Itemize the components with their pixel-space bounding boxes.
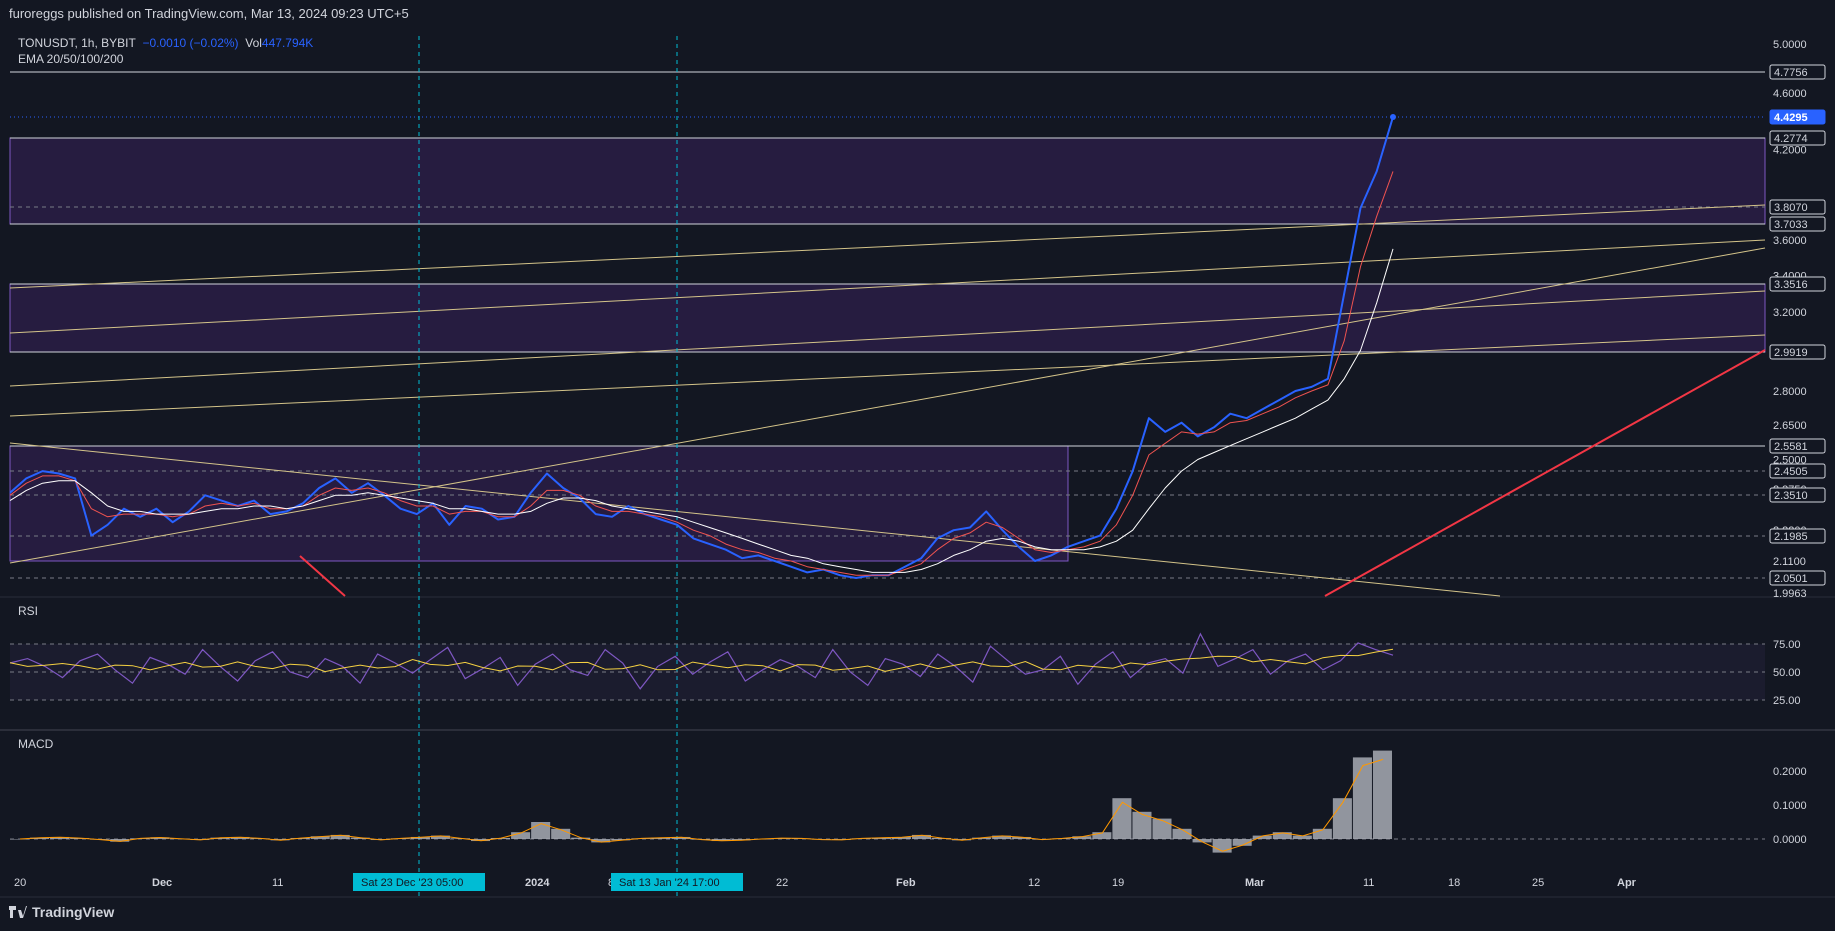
rsi-axis-tick: 75.00 — [1773, 639, 1801, 651]
resistance-trend-line — [1324, 349, 1766, 597]
tradingview-logo[interactable]: TradingView — [9, 904, 114, 920]
time-axis-tick: 11 — [272, 877, 283, 889]
rsi-axis-tick: 50.00 — [1773, 667, 1801, 679]
time-axis-tick: 2024 — [525, 877, 550, 889]
support-trend-line — [299, 555, 346, 597]
price-axis-tick: 2.1100 — [1773, 556, 1806, 568]
crosshair-date-label: Sat 13 Jan '24 17:00 — [619, 877, 720, 889]
price-tag-label: 4.2774 — [1774, 133, 1808, 145]
time-axis-tick: Apr — [1617, 877, 1637, 889]
macd-histogram-bar — [1352, 757, 1372, 839]
price-tag-label: 2.0501 — [1774, 573, 1808, 585]
time-axis-tick: 12 — [1028, 877, 1040, 889]
crosshair-date-label: Sat 23 Dec '23 05:00 — [361, 877, 463, 889]
macd-histogram-bar — [551, 828, 571, 839]
price-tag-label: 2.1985 — [1774, 531, 1808, 543]
price-tag-label: 4.4295 — [1774, 112, 1808, 124]
price-tag-label: 2.9919 — [1774, 347, 1808, 359]
time-axis-tick: 20 — [14, 877, 26, 889]
price-axis-tick: 2.8000 — [1773, 386, 1807, 398]
price-chart[interactable]: 5.00004.60004.20003.60003.40003.20002.80… — [0, 0, 1835, 931]
price-tag-label: 3.8070 — [1774, 202, 1808, 214]
price-tag-label: 4.7756 — [1774, 67, 1808, 79]
supply-demand-zone — [9, 445, 1069, 562]
price-tag-label: 3.7033 — [1774, 219, 1808, 231]
time-axis-tick: 22 — [776, 877, 788, 889]
macd-histogram-bar — [1152, 818, 1172, 839]
rsi-axis-tick: 25.00 — [1773, 695, 1801, 707]
price-axis-tick: 1.9963 — [1773, 588, 1807, 600]
supply-demand-zone — [9, 137, 1766, 225]
price-axis-tick: 2.6500 — [1773, 420, 1807, 432]
price-tag-label: 2.4505 — [1774, 466, 1808, 478]
time-axis-tick: Feb — [896, 877, 916, 889]
macd-histogram-bar — [531, 822, 551, 839]
macd-histogram-bar — [1112, 798, 1132, 839]
tradingview-logo-icon — [9, 906, 27, 918]
price-axis-tick: 4.6000 — [1773, 88, 1807, 100]
price-tag-label: 2.3510 — [1774, 490, 1808, 502]
tradingview-brand: TradingView — [32, 904, 115, 920]
time-axis-tick: Mar — [1245, 877, 1265, 889]
last-price-dot — [1390, 114, 1396, 120]
price-tag-label: 3.3516 — [1774, 279, 1808, 291]
price-axis-tick: 3.2000 — [1773, 307, 1807, 319]
time-axis-tick: 19 — [1112, 877, 1124, 889]
price-tag-label: 2.5581 — [1774, 441, 1808, 453]
price-axis-tick: 4.2000 — [1773, 144, 1807, 156]
macd-histogram-bar — [1372, 750, 1392, 839]
time-axis-tick: Dec — [152, 877, 172, 889]
macd-axis-tick: 0.1000 — [1773, 800, 1807, 812]
macd-histogram-bar — [1332, 798, 1352, 839]
supply-demand-zone — [9, 283, 1766, 353]
macd-axis-tick: 0.0000 — [1773, 834, 1807, 846]
macd-axis-tick: 0.2000 — [1773, 766, 1807, 778]
price-axis-tick: 5.0000 — [1773, 39, 1807, 51]
time-axis-tick: 25 — [1532, 877, 1544, 889]
time-axis-tick: 11 — [1363, 877, 1374, 889]
price-axis-tick: 3.6000 — [1773, 235, 1807, 247]
time-axis-tick: 18 — [1448, 877, 1460, 889]
